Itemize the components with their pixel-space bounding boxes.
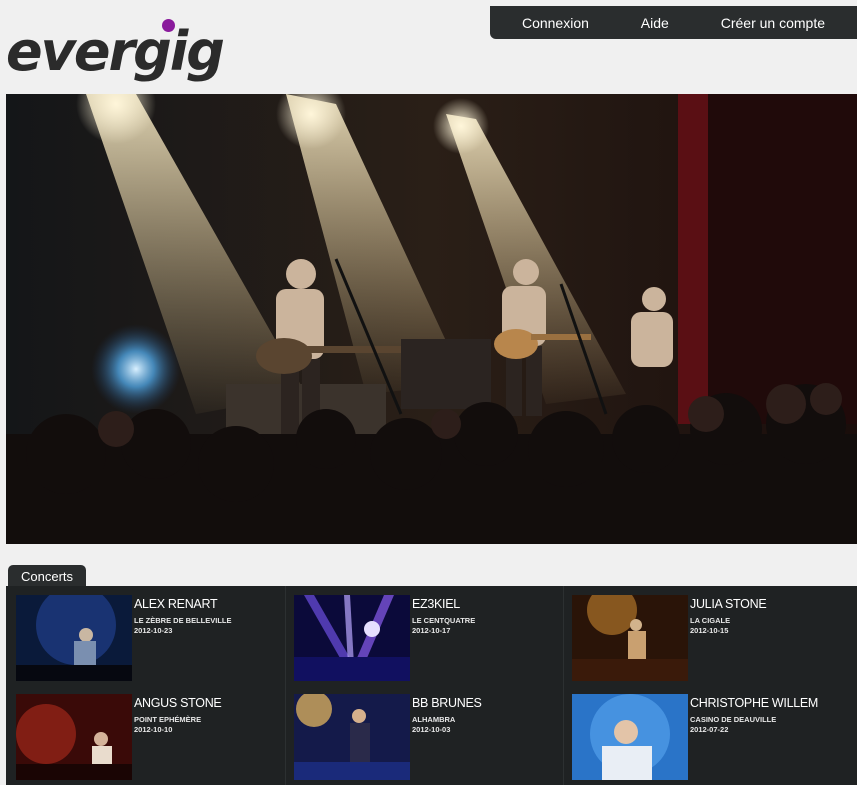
concert-card-christophe-willem[interactable]: CHRISTOPHE WILLEM CASINO DE DEAUVILLE 20… [572, 694, 842, 784]
concerts-tab[interactable]: Concerts [8, 565, 86, 587]
concert-thumbnail[interactable] [16, 595, 132, 681]
concert-venue: LA CIGALE [690, 616, 731, 625]
concert-artist[interactable]: ALEX RENART [134, 597, 218, 611]
concert-date: 2012-10-03 [412, 725, 451, 734]
concert-venue: CASINO DE DEAUVILLE [690, 715, 777, 724]
hero-concert-photo [6, 94, 857, 544]
concert-venue: POINT EPHÉMÈRE [134, 715, 202, 724]
concert-venue: ALHAMBRA [412, 715, 456, 724]
concert-date: 2012-10-15 [690, 626, 729, 635]
concert-card-angus-stone[interactable]: ANGUS STONE POINT EPHÉMÈRE 2012-10-10 [16, 694, 286, 784]
stage-photo-image [6, 94, 857, 544]
signup-link[interactable]: Créer un compte [721, 15, 825, 31]
concert-date: 2012-10-23 [134, 626, 173, 635]
concert-artist[interactable]: CHRISTOPHE WILLEM [690, 696, 818, 710]
concert-thumbnail[interactable] [294, 595, 410, 681]
concert-venue: LE CENTQUATRE [412, 616, 476, 625]
concert-card-julia-stone[interactable]: JULIA STONE LA CIGALE 2012-10-15 [572, 595, 842, 685]
concert-card-alex-renart[interactable]: ALEX RENART LE ZÈBRE DE BELLEVILLE 2012-… [16, 595, 286, 685]
concert-venue: LE ZÈBRE DE BELLEVILLE [134, 616, 232, 625]
concert-thumbnail[interactable] [294, 694, 410, 780]
logo-dot-icon [162, 19, 175, 32]
login-link[interactable]: Connexion [522, 15, 589, 31]
logo-text: evergig [6, 20, 225, 83]
concert-thumbnail[interactable] [572, 694, 688, 780]
concert-date: 2012-10-17 [412, 626, 451, 635]
help-link[interactable]: Aide [641, 15, 669, 31]
top-nav: Connexion Aide Créer un compte [490, 6, 857, 39]
concert-artist[interactable]: EZ3KIEL [412, 597, 460, 611]
evergig-logo[interactable]: evergig [6, 14, 225, 86]
concert-artist[interactable]: JULIA STONE [690, 597, 767, 611]
concert-card-ez3kiel[interactable]: EZ3KIEL LE CENTQUATRE 2012-10-17 [294, 595, 564, 685]
concert-date: 2012-10-10 [134, 725, 173, 734]
concert-artist[interactable]: ANGUS STONE [134, 696, 222, 710]
concert-card-bb-brunes[interactable]: BB BRUNES ALHAMBRA 2012-10-03 [294, 694, 564, 784]
concert-artist[interactable]: BB BRUNES [412, 696, 482, 710]
concert-date: 2012-07-22 [690, 725, 729, 734]
concert-thumbnail[interactable] [16, 694, 132, 780]
concerts-panel: ALEX RENART LE ZÈBRE DE BELLEVILLE 2012-… [6, 586, 857, 785]
concert-thumbnail[interactable] [572, 595, 688, 681]
